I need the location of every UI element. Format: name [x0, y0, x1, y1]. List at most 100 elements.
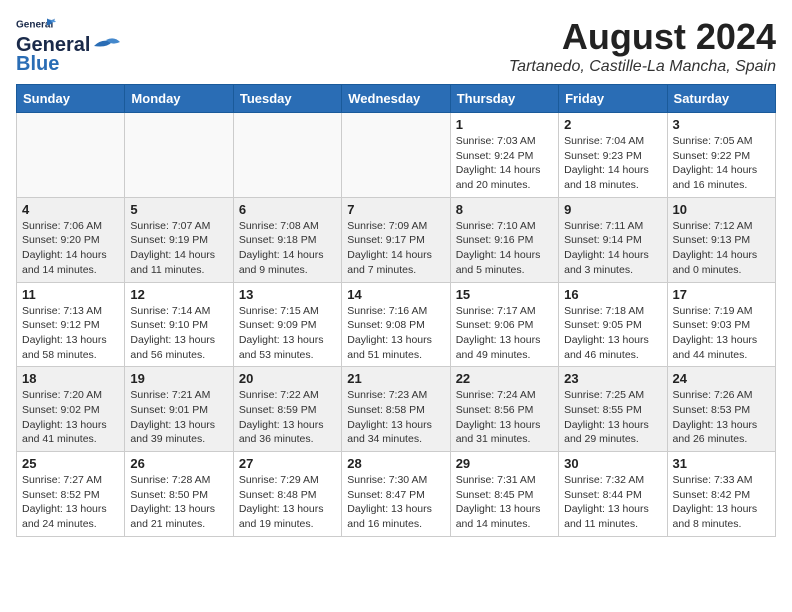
column-header-friday: Friday — [559, 85, 667, 113]
header: General General Blue August 2024 Tartane… — [16, 16, 776, 76]
day-info: Sunrise: 7:25 AM Sunset: 8:55 PM Dayligh… — [564, 388, 661, 447]
day-info: Sunrise: 7:12 AM Sunset: 9:13 PM Dayligh… — [673, 219, 770, 278]
day-number: 3 — [673, 117, 770, 132]
logo-icon: General — [16, 16, 56, 34]
column-header-saturday: Saturday — [667, 85, 775, 113]
calendar-cell: 8 Sunrise: 7:10 AM Sunset: 9:16 PM Daylig… — [450, 197, 558, 282]
calendar-cell: 3 Sunrise: 7:05 AM Sunset: 9:22 PM Daylig… — [667, 113, 775, 198]
day-info: Sunrise: 7:16 AM Sunset: 9:08 PM Dayligh… — [347, 304, 444, 363]
day-number: 11 — [22, 287, 119, 302]
day-info: Sunrise: 7:13 AM Sunset: 9:12 PM Dayligh… — [22, 304, 119, 363]
title-area: August 2024 Tartanedo, Castille-La Manch… — [509, 16, 776, 76]
calendar-cell: 9 Sunrise: 7:11 AM Sunset: 9:14 PM Daylig… — [559, 197, 667, 282]
calendar-table: SundayMondayTuesdayWednesdayThursdayFrid… — [16, 84, 776, 537]
calendar-cell: 18 Sunrise: 7:20 AM Sunset: 9:02 PM Dayli… — [17, 367, 125, 452]
day-info: Sunrise: 7:03 AM Sunset: 9:24 PM Dayligh… — [456, 134, 553, 193]
calendar-cell: 13 Sunrise: 7:15 AM Sunset: 9:09 PM Dayli… — [233, 282, 341, 367]
calendar-cell — [125, 113, 233, 198]
day-number: 30 — [564, 456, 661, 471]
calendar-cell: 1 Sunrise: 7:03 AM Sunset: 9:24 PM Daylig… — [450, 113, 558, 198]
calendar-cell — [342, 113, 450, 198]
calendar-cell: 15Sunrise: 7:17 AM Sunset: 9:06 PM Dayli… — [450, 282, 558, 367]
calendar-header-row: SundayMondayTuesdayWednesdayThursdayFrid… — [17, 85, 776, 113]
calendar-cell: 7 Sunrise: 7:09 AM Sunset: 9:17 PM Daylig… — [342, 197, 450, 282]
column-header-thursday: Thursday — [450, 85, 558, 113]
day-number: 7 — [347, 202, 444, 217]
day-info: Sunrise: 7:21 AM Sunset: 9:01 PM Dayligh… — [130, 388, 227, 447]
calendar-cell: 10Sunrise: 7:12 AM Sunset: 9:13 PM Dayli… — [667, 197, 775, 282]
calendar-cell: 6 Sunrise: 7:08 AM Sunset: 9:18 PM Daylig… — [233, 197, 341, 282]
logo: General General Blue — [16, 16, 122, 76]
calendar-cell: 28 Sunrise: 7:30 AM Sunset: 8:47 PM Dayli… — [342, 452, 450, 537]
calendar-cell: 19 Sunrise: 7:21 AM Sunset: 9:01 PM Dayli… — [125, 367, 233, 452]
calendar-week-row: 18 Sunrise: 7:20 AM Sunset: 9:02 PM Dayli… — [17, 367, 776, 452]
day-number: 22 — [456, 371, 553, 386]
day-number: 24 — [673, 371, 770, 386]
day-number: 12 — [130, 287, 227, 302]
day-number: 1 — [456, 117, 553, 132]
location-subtitle: Tartanedo, Castille-La Mancha, Spain — [509, 58, 776, 76]
calendar-week-row: 11 Sunrise: 7:13 AM Sunset: 9:12 PM Dayli… — [17, 282, 776, 367]
day-info: Sunrise: 7:11 AM Sunset: 9:14 PM Dayligh… — [564, 219, 661, 278]
calendar-cell — [17, 113, 125, 198]
calendar-cell: 5 Sunrise: 7:07 AM Sunset: 9:19 PM Daylig… — [125, 197, 233, 282]
calendar-cell: 23Sunrise: 7:25 AM Sunset: 8:55 PM Dayli… — [559, 367, 667, 452]
day-info: Sunrise: 7:19 AM Sunset: 9:03 PM Dayligh… — [673, 304, 770, 363]
calendar-cell: 31Sunrise: 7:33 AM Sunset: 8:42 PM Dayli… — [667, 452, 775, 537]
day-number: 25 — [22, 456, 119, 471]
day-info: Sunrise: 7:18 AM Sunset: 9:05 PM Dayligh… — [564, 304, 661, 363]
day-number: 27 — [239, 456, 336, 471]
day-number: 5 — [130, 202, 227, 217]
calendar-cell: 29Sunrise: 7:31 AM Sunset: 8:45 PM Dayli… — [450, 452, 558, 537]
day-info: Sunrise: 7:23 AM Sunset: 8:58 PM Dayligh… — [347, 388, 444, 447]
day-info: Sunrise: 7:30 AM Sunset: 8:47 PM Dayligh… — [347, 473, 444, 532]
day-number: 19 — [130, 371, 227, 386]
day-number: 6 — [239, 202, 336, 217]
column-header-monday: Monday — [125, 85, 233, 113]
day-info: Sunrise: 7:07 AM Sunset: 9:19 PM Dayligh… — [130, 219, 227, 278]
day-info: Sunrise: 7:06 AM Sunset: 9:20 PM Dayligh… — [22, 219, 119, 278]
day-number: 28 — [347, 456, 444, 471]
calendar-cell: 11 Sunrise: 7:13 AM Sunset: 9:12 PM Dayli… — [17, 282, 125, 367]
day-number: 8 — [456, 202, 553, 217]
calendar-cell: 14Sunrise: 7:16 AM Sunset: 9:08 PM Dayli… — [342, 282, 450, 367]
day-number: 4 — [22, 202, 119, 217]
day-number: 21 — [347, 371, 444, 386]
day-number: 31 — [673, 456, 770, 471]
day-info: Sunrise: 7:09 AM Sunset: 9:17 PM Dayligh… — [347, 219, 444, 278]
calendar-cell: 26 Sunrise: 7:28 AM Sunset: 8:50 PM Dayli… — [125, 452, 233, 537]
calendar-cell: 12Sunrise: 7:14 AM Sunset: 9:10 PM Dayli… — [125, 282, 233, 367]
calendar-cell: 22 Sunrise: 7:24 AM Sunset: 8:56 PM Dayli… — [450, 367, 558, 452]
calendar-cell: 30Sunrise: 7:32 AM Sunset: 8:44 PM Dayli… — [559, 452, 667, 537]
calendar-cell: 4 Sunrise: 7:06 AM Sunset: 9:20 PM Daylig… — [17, 197, 125, 282]
day-info: Sunrise: 7:20 AM Sunset: 9:02 PM Dayligh… — [22, 388, 119, 447]
calendar-cell: 20Sunrise: 7:22 AM Sunset: 8:59 PM Dayli… — [233, 367, 341, 452]
calendar-cell — [233, 113, 341, 198]
calendar-cell: 25Sunrise: 7:27 AM Sunset: 8:52 PM Dayli… — [17, 452, 125, 537]
day-info: Sunrise: 7:04 AM Sunset: 9:23 PM Dayligh… — [564, 134, 661, 193]
calendar-week-row: 25Sunrise: 7:27 AM Sunset: 8:52 PM Dayli… — [17, 452, 776, 537]
logo-bird-icon — [92, 36, 122, 56]
calendar-cell: 2Sunrise: 7:04 AM Sunset: 9:23 PM Daylig… — [559, 113, 667, 198]
day-number: 15 — [456, 287, 553, 302]
day-info: Sunrise: 7:26 AM Sunset: 8:53 PM Dayligh… — [673, 388, 770, 447]
calendar-week-row: 1 Sunrise: 7:03 AM Sunset: 9:24 PM Daylig… — [17, 113, 776, 198]
day-number: 17 — [673, 287, 770, 302]
day-info: Sunrise: 7:29 AM Sunset: 8:48 PM Dayligh… — [239, 473, 336, 532]
day-info: Sunrise: 7:15 AM Sunset: 9:09 PM Dayligh… — [239, 304, 336, 363]
day-number: 26 — [130, 456, 227, 471]
day-info: Sunrise: 7:10 AM Sunset: 9:16 PM Dayligh… — [456, 219, 553, 278]
day-number: 13 — [239, 287, 336, 302]
day-info: Sunrise: 7:24 AM Sunset: 8:56 PM Dayligh… — [456, 388, 553, 447]
logo-blue: Blue — [16, 53, 59, 76]
day-info: Sunrise: 7:08 AM Sunset: 9:18 PM Dayligh… — [239, 219, 336, 278]
day-info: Sunrise: 7:05 AM Sunset: 9:22 PM Dayligh… — [673, 134, 770, 193]
day-number: 18 — [22, 371, 119, 386]
calendar-cell: 24 Sunrise: 7:26 AM Sunset: 8:53 PM Dayli… — [667, 367, 775, 452]
day-number: 9 — [564, 202, 661, 217]
day-info: Sunrise: 7:28 AM Sunset: 8:50 PM Dayligh… — [130, 473, 227, 532]
calendar-week-row: 4 Sunrise: 7:06 AM Sunset: 9:20 PM Daylig… — [17, 197, 776, 282]
column-header-sunday: Sunday — [17, 85, 125, 113]
calendar-cell: 16Sunrise: 7:18 AM Sunset: 9:05 PM Dayli… — [559, 282, 667, 367]
calendar-cell: 27 Sunrise: 7:29 AM Sunset: 8:48 PM Dayli… — [233, 452, 341, 537]
